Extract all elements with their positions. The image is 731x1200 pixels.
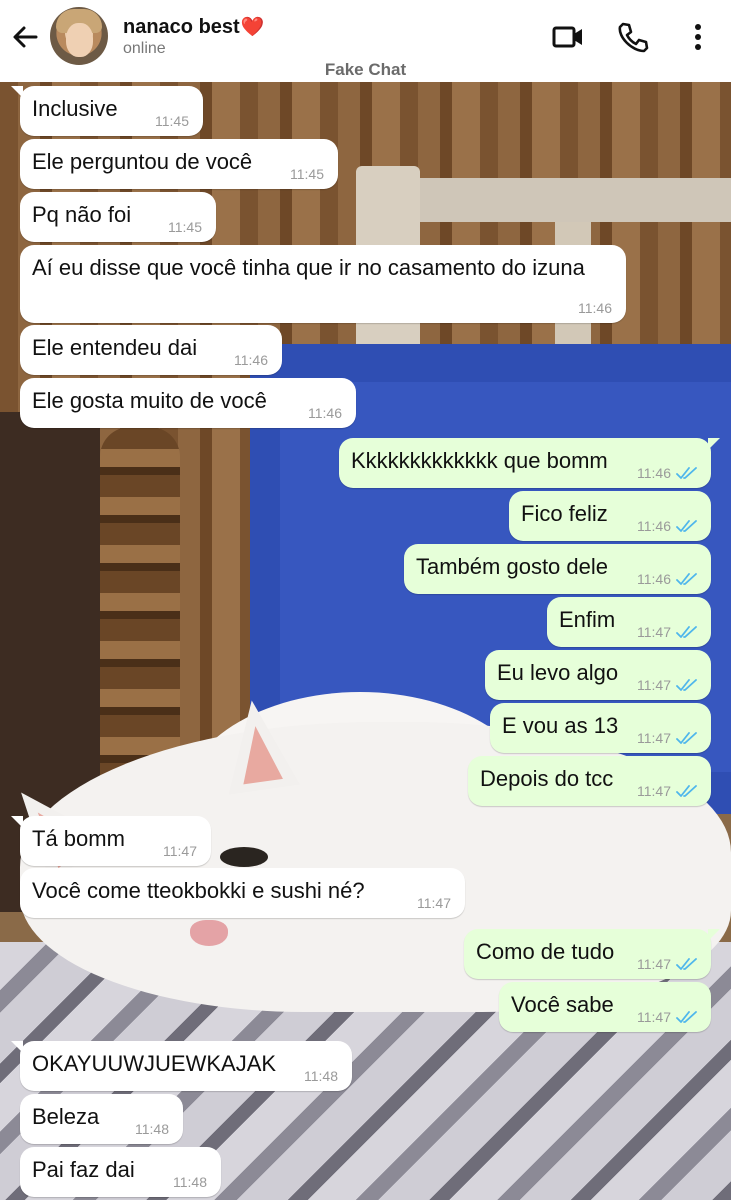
phone-call-icon[interactable] bbox=[615, 20, 649, 54]
message-text: Inclusive bbox=[32, 96, 118, 121]
message-text: Ele perguntou de você bbox=[32, 149, 253, 174]
incoming-message[interactable]: Ele gosta muito de você 11:46 bbox=[20, 378, 356, 428]
message-time: 11:47 bbox=[637, 677, 671, 693]
message-time: 11:46 bbox=[578, 300, 612, 316]
message-text: Eu levo algo bbox=[497, 660, 619, 685]
message-text: Também gosto dele bbox=[416, 554, 608, 579]
contact-avatar[interactable] bbox=[50, 7, 108, 65]
outgoing-message[interactable]: Kkkkkkkkkkkkk que bomm 11:46 bbox=[339, 438, 720, 488]
incoming-message[interactable]: Beleza 11:48 bbox=[20, 1094, 183, 1144]
message-text: Pai faz dai bbox=[32, 1157, 135, 1182]
message-time: 11:46 bbox=[637, 465, 671, 481]
incoming-message[interactable]: Tá bomm 11:47 bbox=[11, 816, 211, 866]
message-text: Você sabe bbox=[511, 992, 614, 1017]
message-text: OKAYUUWJUEWKAJAK bbox=[32, 1051, 277, 1076]
incoming-message[interactable]: Você come tteokbokki e sushi né? 11:47 bbox=[20, 868, 465, 918]
message-text: Aí eu disse que você tinha que ir no cas… bbox=[32, 255, 585, 280]
outgoing-message[interactable]: Eu levo algo 11:47 bbox=[485, 650, 711, 700]
read-ticks-icon bbox=[676, 626, 697, 638]
read-ticks-icon bbox=[676, 520, 697, 532]
message-time: 11:45 bbox=[155, 113, 189, 129]
outgoing-message[interactable]: Como de tudo 11:47 bbox=[464, 929, 720, 979]
outgoing-message[interactable]: Enfim 11:47 bbox=[547, 597, 711, 647]
message-time: 11:47 bbox=[637, 956, 671, 972]
contact-name[interactable]: nanaco best❤️ bbox=[123, 15, 264, 39]
outgoing-message[interactable]: Fico feliz 11:46 bbox=[509, 491, 711, 541]
message-time: 11:47 bbox=[637, 624, 671, 640]
read-ticks-icon bbox=[676, 1011, 697, 1023]
incoming-message[interactable]: Pq não foi 11:45 bbox=[20, 192, 216, 242]
message-text: Ele entendeu dai bbox=[32, 335, 198, 360]
message-time: 11:48 bbox=[135, 1121, 169, 1137]
video-call-icon[interactable] bbox=[551, 20, 585, 54]
message-time: 11:46 bbox=[637, 571, 671, 587]
read-ticks-icon bbox=[676, 732, 697, 744]
message-text: Como de tudo bbox=[476, 939, 615, 964]
message-text: Você come tteokbokki e sushi né? bbox=[32, 878, 365, 903]
outgoing-message[interactable]: E vou as 13 11:47 bbox=[490, 703, 711, 753]
message-text: Enfim bbox=[559, 607, 616, 632]
message-time: 11:47 bbox=[637, 730, 671, 746]
outgoing-message[interactable]: Você sabe 11:47 bbox=[499, 982, 711, 1032]
incoming-message[interactable]: Inclusive 11:45 bbox=[11, 86, 203, 136]
outgoing-message[interactable]: Também gosto dele 11:46 bbox=[404, 544, 711, 594]
message-time: 11:47 bbox=[637, 783, 671, 799]
read-ticks-icon bbox=[676, 785, 697, 797]
message-text: Ele gosta muito de você bbox=[32, 388, 267, 413]
heart-emoji: ❤️ bbox=[240, 17, 265, 38]
incoming-message[interactable]: Ele entendeu dai 11:46 bbox=[20, 325, 282, 375]
more-vertical-icon[interactable] bbox=[683, 20, 717, 54]
contact-status: online bbox=[123, 40, 166, 57]
message-text: Beleza bbox=[32, 1104, 100, 1129]
message-text: Kkkkkkkkkkkkk que bomm bbox=[351, 448, 608, 473]
back-arrow-icon[interactable] bbox=[8, 20, 42, 54]
message-text: Pq não foi bbox=[32, 202, 132, 227]
read-ticks-icon bbox=[676, 467, 697, 479]
message-time: 11:48 bbox=[304, 1068, 338, 1084]
incoming-message[interactable]: Aí eu disse que você tinha que ir no cas… bbox=[20, 245, 626, 323]
read-ticks-icon bbox=[676, 573, 697, 585]
incoming-message[interactable]: OKAYUUWJUEWKAJAK 11:48 bbox=[11, 1041, 352, 1091]
message-text: Tá bomm bbox=[32, 826, 125, 851]
read-ticks-icon bbox=[676, 679, 697, 691]
outgoing-message[interactable]: Depois do tcc 11:47 bbox=[468, 756, 711, 806]
fake-chat-watermark: Fake Chat bbox=[324, 60, 407, 79]
message-time: 11:47 bbox=[163, 843, 197, 859]
message-text: Depois do tcc bbox=[480, 766, 614, 791]
message-time: 11:48 bbox=[173, 1174, 207, 1190]
read-ticks-icon bbox=[676, 958, 697, 970]
incoming-message[interactable]: Pai faz dai 11:48 bbox=[20, 1147, 221, 1197]
message-text: Fico feliz bbox=[521, 501, 608, 526]
message-time: 11:45 bbox=[290, 166, 324, 182]
message-time: 11:46 bbox=[308, 405, 342, 421]
message-time: 11:46 bbox=[234, 352, 268, 368]
message-text: E vou as 13 bbox=[502, 713, 619, 738]
message-time: 11:47 bbox=[637, 1009, 671, 1025]
message-time: 11:47 bbox=[417, 895, 451, 911]
incoming-message[interactable]: Ele perguntou de você 11:45 bbox=[20, 139, 338, 189]
message-time: 11:45 bbox=[168, 219, 202, 235]
message-time: 11:46 bbox=[637, 518, 671, 534]
